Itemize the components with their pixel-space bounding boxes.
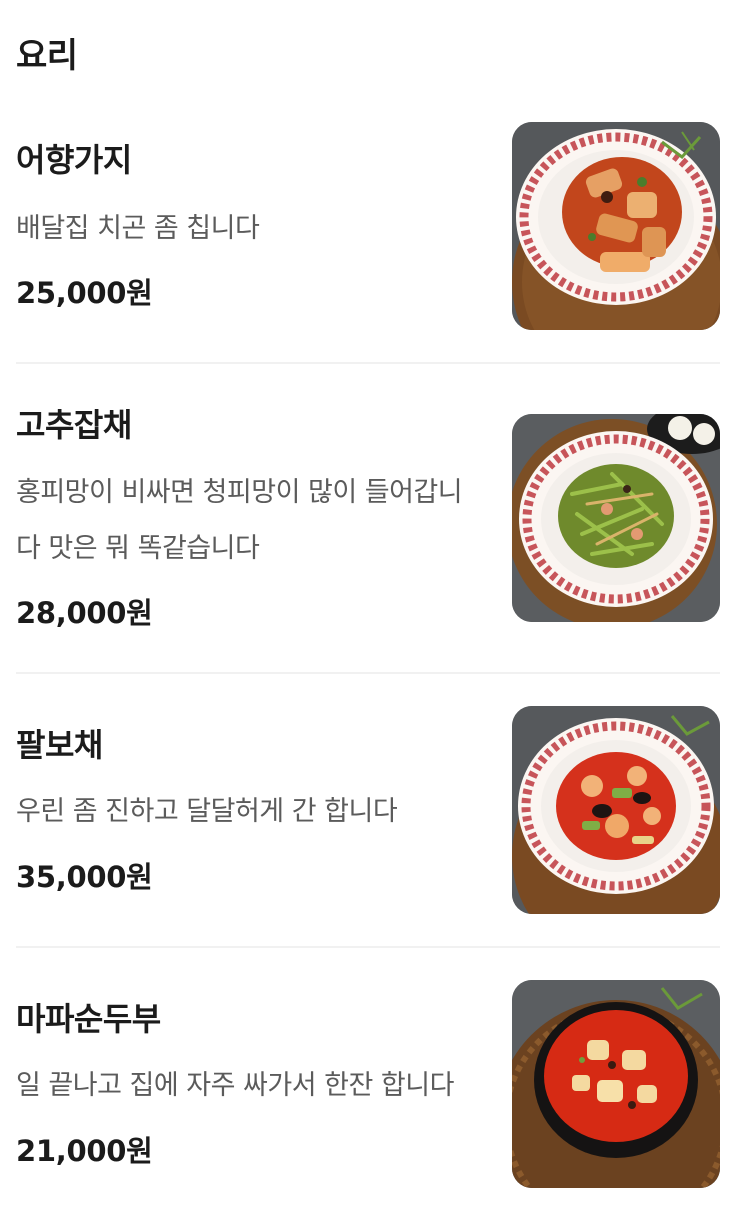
menu-item-description: 일 끝나고 집에 자주 싸가서 한잔 합니다 [16, 1070, 454, 1101]
menu-item-price: 35,000원 [16, 860, 153, 894]
menu-item-price: 21,000원 [16, 1134, 153, 1168]
menu-item-price: 25,000원 [16, 276, 153, 310]
menu-item-description: 배달집 치곤 좀 칩니다 [16, 213, 260, 244]
item-divider [16, 362, 720, 364]
item-divider [16, 672, 720, 674]
menu-item-description: 홍피망이 비싸면 청피망이 많이 들어갑니다 맛은 뭐 똑같습니다 [16, 477, 463, 564]
section-title: 요리 [16, 36, 78, 76]
menu-item-price: 28,000원 [16, 596, 153, 630]
dish-photo [512, 706, 720, 914]
item-divider [16, 946, 720, 948]
dish-photo [512, 414, 720, 622]
menu-item-eohyang-gaji[interactable]: 어향가지 배달집 치곤 좀 칩니다 25,000원 [16, 122, 720, 330]
menu-item-description: 우린 좀 진하고 달달허게 간 합니다 [16, 796, 398, 827]
menu-item-name: 어향가지 [16, 141, 132, 179]
menu-item-mapo-sundubu[interactable]: 마파순두부 일 끝나고 집에 자주 싸가서 한잔 합니다 21,000원 [16, 980, 720, 1188]
menu-item-name: 팔보채 [16, 726, 103, 764]
dish-photo [512, 122, 720, 330]
dish-photo [512, 980, 720, 1188]
menu-item-palbochae[interactable]: 팔보채 우린 좀 진하고 달달허게 간 합니다 35,000원 [16, 706, 720, 914]
menu-item-gochu-japchae[interactable]: 고추잡채 홍피망이 비싸면 청피망이 많이 들어갑니다 맛은 뭐 똑같습니다 2… [16, 406, 720, 630]
menu-item-name: 고추잡채 [16, 406, 132, 444]
menu-item-name: 마파순두부 [16, 1000, 161, 1038]
